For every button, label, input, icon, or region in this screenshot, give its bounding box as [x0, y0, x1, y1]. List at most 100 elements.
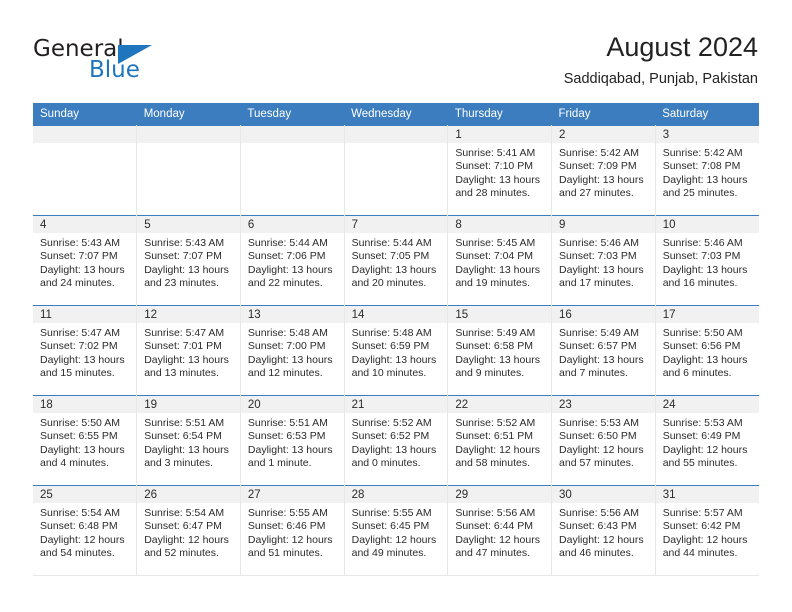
- daylight-duration: Daylight: 13 hours and 10 minutes.: [351, 353, 437, 380]
- day-cell[interactable]: 25 Sunrise: 5:54 AM Sunset: 6:48 PM Dayl…: [33, 485, 138, 576]
- day-details: Sunrise: 5:45 AM Sunset: 7:04 PM Dayligh…: [448, 233, 550, 291]
- day-details: Sunrise: 5:54 AM Sunset: 6:47 PM Dayligh…: [137, 503, 239, 561]
- day-cell[interactable]: 26 Sunrise: 5:54 AM Sunset: 6:47 PM Dayl…: [136, 485, 241, 576]
- sunrise-time: Sunrise: 5:49 AM: [559, 327, 639, 339]
- day-number: 2: [552, 126, 655, 143]
- day-cell[interactable]: 19 Sunrise: 5:51 AM Sunset: 6:54 PM Dayl…: [136, 395, 241, 486]
- day-details: Sunrise: 5:51 AM Sunset: 6:54 PM Dayligh…: [137, 413, 239, 471]
- day-cell[interactable]: 23 Sunrise: 5:53 AM Sunset: 6:50 PM Dayl…: [551, 395, 656, 486]
- sunrise-time: Sunrise: 5:51 AM: [144, 417, 225, 429]
- day-details: Sunrise: 5:46 AM Sunset: 7:03 PM Dayligh…: [552, 233, 654, 291]
- day-cell[interactable]: [136, 125, 241, 216]
- day-cell[interactable]: 22 Sunrise: 5:52 AM Sunset: 6:51 PM Dayl…: [447, 395, 553, 486]
- sunset-time: Sunset: 7:04 PM: [455, 250, 533, 263]
- sunrise-time: Sunrise: 5:47 AM: [40, 327, 120, 339]
- brand-logo[interactable]: General Blue: [33, 36, 293, 88]
- day-details: Sunrise: 5:56 AM Sunset: 6:43 PM Dayligh…: [552, 503, 654, 561]
- day-cell[interactable]: 27 Sunrise: 5:55 AM Sunset: 6:46 PM Dayl…: [240, 485, 345, 576]
- sunrise-time: Sunrise: 5:42 AM: [662, 147, 743, 159]
- day-cell[interactable]: [240, 125, 345, 216]
- day-cell[interactable]: 6 Sunrise: 5:44 AM Sunset: 7:06 PM Dayli…: [240, 215, 345, 306]
- daylight-duration: Daylight: 13 hours and 0 minutes.: [351, 443, 437, 470]
- sunrise-time: Sunrise: 5:55 AM: [351, 507, 432, 519]
- day-cell[interactable]: 29 Sunrise: 5:56 AM Sunset: 6:44 PM Dayl…: [447, 485, 553, 576]
- daylight-duration: Daylight: 13 hours and 3 minutes.: [144, 443, 229, 470]
- day-number: 18: [33, 396, 136, 413]
- daylight-duration: Daylight: 12 hours and 49 minutes.: [351, 533, 437, 560]
- day-details: Sunrise: 5:47 AM Sunset: 7:01 PM Dayligh…: [137, 323, 239, 381]
- daylight-duration: Daylight: 13 hours and 24 minutes.: [40, 263, 125, 290]
- day-cell[interactable]: 28 Sunrise: 5:55 AM Sunset: 6:45 PM Dayl…: [344, 485, 449, 576]
- sunset-time: Sunset: 6:46 PM: [247, 520, 326, 533]
- day-cell[interactable]: 8 Sunrise: 5:45 AM Sunset: 7:04 PM Dayli…: [447, 215, 553, 306]
- day-cell[interactable]: 14 Sunrise: 5:48 AM Sunset: 6:59 PM Dayl…: [344, 305, 449, 396]
- daylight-duration: Daylight: 13 hours and 6 minutes.: [662, 353, 748, 380]
- sunset-time: Sunset: 7:01 PM: [144, 340, 222, 353]
- sunset-time: Sunset: 6:50 PM: [559, 430, 637, 443]
- weekday-header-wednesday: Wednesday: [344, 103, 448, 126]
- calendar-page: General Blue August 2024 Saddiqabad, Pun…: [0, 0, 792, 612]
- day-cell[interactable]: 16 Sunrise: 5:49 AM Sunset: 6:57 PM Dayl…: [551, 305, 656, 396]
- sunrise-time: Sunrise: 5:48 AM: [351, 327, 432, 339]
- sunset-time: Sunset: 7:07 PM: [144, 250, 222, 263]
- sunset-time: Sunset: 7:03 PM: [559, 250, 637, 263]
- sunset-time: Sunset: 6:58 PM: [455, 340, 533, 353]
- calendar-body: 1 Sunrise: 5:41 AM Sunset: 7:10 PM Dayli…: [33, 125, 759, 576]
- sunrise-time: Sunrise: 5:47 AM: [144, 327, 225, 339]
- day-cell[interactable]: 1 Sunrise: 5:41 AM Sunset: 7:10 PM Dayli…: [447, 125, 553, 216]
- day-cell[interactable]: 30 Sunrise: 5:56 AM Sunset: 6:43 PM Dayl…: [551, 485, 656, 576]
- day-details: Sunrise: 5:47 AM Sunset: 7:02 PM Dayligh…: [33, 323, 136, 381]
- sunrise-time: Sunrise: 5:44 AM: [247, 237, 328, 249]
- day-cell[interactable]: 10 Sunrise: 5:46 AM Sunset: 7:03 PM Dayl…: [655, 215, 759, 306]
- brand-name-blue: Blue: [89, 57, 140, 83]
- day-cell[interactable]: 13 Sunrise: 5:48 AM Sunset: 7:00 PM Dayl…: [240, 305, 345, 396]
- day-cell[interactable]: [344, 125, 449, 216]
- sunrise-time: Sunrise: 5:45 AM: [455, 237, 536, 249]
- day-details: Sunrise: 5:53 AM Sunset: 6:50 PM Dayligh…: [552, 413, 654, 471]
- daylight-duration: Daylight: 13 hours and 9 minutes.: [455, 353, 540, 380]
- sunset-time: Sunset: 6:51 PM: [455, 430, 533, 443]
- day-number: 5: [137, 216, 240, 233]
- sunrise-time: Sunrise: 5:56 AM: [559, 507, 639, 519]
- day-number: 26: [137, 486, 240, 503]
- weekday-header-friday: Friday: [551, 103, 656, 126]
- calendar-grid: Sunday Monday Tuesday Wednesday Thursday…: [33, 103, 759, 576]
- sunset-time: Sunset: 6:54 PM: [144, 430, 222, 443]
- day-cell[interactable]: 7 Sunrise: 5:44 AM Sunset: 7:05 PM Dayli…: [344, 215, 449, 306]
- sunrise-time: Sunrise: 5:53 AM: [662, 417, 743, 429]
- day-details: Sunrise: 5:43 AM Sunset: 7:07 PM Dayligh…: [33, 233, 136, 291]
- day-cell[interactable]: 21 Sunrise: 5:52 AM Sunset: 6:52 PM Dayl…: [344, 395, 449, 486]
- day-cell[interactable]: 20 Sunrise: 5:51 AM Sunset: 6:53 PM Dayl…: [240, 395, 345, 486]
- day-number: 23: [552, 396, 655, 413]
- sunset-time: Sunset: 7:09 PM: [559, 160, 637, 173]
- week-row: 4 Sunrise: 5:43 AM Sunset: 7:07 PM Dayli…: [33, 215, 759, 306]
- sunrise-time: Sunrise: 5:52 AM: [351, 417, 432, 429]
- day-cell[interactable]: 24 Sunrise: 5:53 AM Sunset: 6:49 PM Dayl…: [655, 395, 759, 486]
- day-cell[interactable]: 18 Sunrise: 5:50 AM Sunset: 6:55 PM Dayl…: [33, 395, 138, 486]
- daylight-duration: Daylight: 13 hours and 1 minute.: [247, 443, 333, 470]
- day-cell[interactable]: [33, 125, 138, 216]
- day-cell[interactable]: 12 Sunrise: 5:47 AM Sunset: 7:01 PM Dayl…: [136, 305, 241, 396]
- daylight-duration: Daylight: 13 hours and 17 minutes.: [559, 263, 644, 290]
- day-number: 6: [240, 216, 344, 233]
- day-number: [240, 126, 344, 143]
- day-cell[interactable]: 3 Sunrise: 5:42 AM Sunset: 7:08 PM Dayli…: [655, 125, 759, 216]
- day-cell[interactable]: 17 Sunrise: 5:50 AM Sunset: 6:56 PM Dayl…: [655, 305, 759, 396]
- day-cell[interactable]: 5 Sunrise: 5:43 AM Sunset: 7:07 PM Dayli…: [136, 215, 241, 306]
- daylight-duration: Daylight: 13 hours and 22 minutes.: [247, 263, 333, 290]
- sunrise-time: Sunrise: 5:49 AM: [455, 327, 536, 339]
- day-cell[interactable]: 9 Sunrise: 5:46 AM Sunset: 7:03 PM Dayli…: [551, 215, 656, 306]
- day-details: Sunrise: 5:50 AM Sunset: 6:55 PM Dayligh…: [33, 413, 136, 471]
- day-cell[interactable]: 15 Sunrise: 5:49 AM Sunset: 6:58 PM Dayl…: [447, 305, 553, 396]
- day-details: Sunrise: 5:48 AM Sunset: 6:59 PM Dayligh…: [345, 323, 447, 381]
- day-cell[interactable]: 11 Sunrise: 5:47 AM Sunset: 7:02 PM Dayl…: [33, 305, 138, 396]
- day-details: Sunrise: 5:49 AM Sunset: 6:58 PM Dayligh…: [448, 323, 550, 381]
- daylight-duration: Daylight: 12 hours and 55 minutes.: [662, 443, 748, 470]
- day-details: Sunrise: 5:57 AM Sunset: 6:42 PM Dayligh…: [656, 503, 759, 561]
- day-details: Sunrise: 5:50 AM Sunset: 6:56 PM Dayligh…: [656, 323, 759, 381]
- day-cell[interactable]: 4 Sunrise: 5:43 AM Sunset: 7:07 PM Dayli…: [33, 215, 138, 306]
- day-cell[interactable]: 2 Sunrise: 5:42 AM Sunset: 7:09 PM Dayli…: [551, 125, 656, 216]
- sunset-time: Sunset: 6:57 PM: [559, 340, 637, 353]
- day-details: Sunrise: 5:48 AM Sunset: 7:00 PM Dayligh…: [241, 323, 343, 381]
- day-cell[interactable]: 31 Sunrise: 5:57 AM Sunset: 6:42 PM Dayl…: [655, 485, 759, 576]
